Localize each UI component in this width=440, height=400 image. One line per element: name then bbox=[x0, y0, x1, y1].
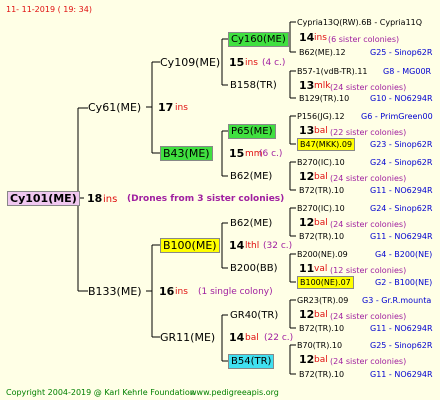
gen3-c2-queen: B200(BB) bbox=[230, 263, 278, 274]
gen4-7-inbreeding: 12 bbox=[299, 308, 315, 321]
gen4-4-bottom: B72(TR).10 bbox=[299, 186, 345, 195]
gen4-1-inbreeding: 14 bbox=[299, 31, 315, 44]
gen4-6-ins: val bbox=[314, 264, 328, 274]
gen1-bottom-queen: B133(ME) bbox=[88, 285, 142, 298]
gen4-5-inbreeding: 12 bbox=[299, 216, 315, 229]
gen4-3-inbreeding: 13 bbox=[299, 124, 315, 137]
gen4-2-top: B57-1(vdB-TR).11 bbox=[297, 67, 368, 76]
gen4-8-top-code: G25 - Sinop62R bbox=[370, 341, 433, 350]
gen4-7-top-code: G3 - Gr.R.mounta bbox=[362, 296, 432, 305]
gen2-b-queen: B43(ME) bbox=[160, 146, 213, 161]
gen4-8-bottom: B72(TR).10 bbox=[299, 370, 345, 379]
gen3-b1-queen: P65(ME) bbox=[228, 124, 276, 139]
gen4-3-ins: bal bbox=[314, 126, 328, 136]
gen3-d1-queen: GR40(TR) bbox=[230, 310, 279, 321]
gen4-4-inbreeding: 12 bbox=[299, 170, 315, 183]
gen4-6-inbreeding: 11 bbox=[299, 262, 315, 275]
gen2-a-ins: ins bbox=[245, 58, 258, 68]
root-ins: ins bbox=[103, 194, 118, 205]
copyright-notice: Copyright 2004-2019 @ Karl Kehrle Founda… bbox=[6, 388, 195, 397]
connector-b100 bbox=[221, 222, 228, 269]
gen4-6-top: B200(NE).09 bbox=[297, 250, 348, 259]
gen2-c-ins: lthl bbox=[245, 241, 260, 251]
connector-g4-1 bbox=[289, 21, 296, 53]
gen4-4-bottom-code: G11 - NO6294R bbox=[370, 186, 433, 195]
root-note: (Drones from 3 sister colonies) bbox=[127, 194, 285, 204]
gen4-4-ins: bal bbox=[314, 172, 328, 182]
gen1-top-inbreeding: 17 bbox=[158, 101, 174, 114]
gen4-7-bottom: B72(TR).10 bbox=[299, 324, 345, 333]
gen2-c-inbreeding: 14 bbox=[229, 239, 245, 252]
gen2-d-ins: bal bbox=[245, 333, 259, 343]
gen4-6-top-code: G4 - B200(NE) bbox=[375, 250, 433, 259]
gen4-8-bottom-code: G11 - NO6294R bbox=[370, 370, 433, 379]
gen4-3-top: P156(JG).12 bbox=[297, 112, 345, 121]
gen4-1-bottom: B62(ME).12 bbox=[299, 48, 346, 57]
gen2-a-inbreeding: 15 bbox=[229, 56, 245, 69]
gen4-2-bottom: B129(TR).10 bbox=[299, 94, 350, 103]
gen4-2-bottom-code: G10 - NO6294R bbox=[370, 94, 433, 103]
connector-g4-6 bbox=[289, 253, 296, 283]
connector-g4-7 bbox=[289, 299, 296, 329]
gen4-1-ins: ins bbox=[314, 33, 327, 43]
gen4-3-bottom-code: G23 - Sinop62R bbox=[370, 140, 433, 149]
gen4-6-bottom-code: G2 - B100(NE) bbox=[375, 278, 433, 287]
print-date: 11- 11-2019 ( 19: 34) bbox=[6, 5, 92, 14]
gen4-2-top-code: G8 - MG00R bbox=[383, 67, 432, 76]
gen3-c1-queen: B62(ME) bbox=[230, 218, 273, 229]
connector-g4-5 bbox=[289, 207, 296, 237]
gen2-b-note: (6 c.) bbox=[259, 149, 283, 159]
gen4-5-ins: bal bbox=[314, 218, 328, 228]
gen4-3-top-code: G6 - PrimGreen00 bbox=[361, 112, 433, 121]
connector-g4-8 bbox=[289, 344, 296, 375]
gen4-4-top: B270(IC).10 bbox=[297, 158, 345, 167]
gen4-8-inbreeding: 12 bbox=[299, 353, 315, 366]
gen4-7-top: GR23(TR).09 bbox=[297, 296, 349, 305]
gen4-3-bottom: B47(MKK).09 bbox=[297, 138, 356, 151]
gen4-1-top: Cypria13Q(RW).6B - Cypria11Q bbox=[297, 18, 423, 27]
gen4-1-note: (6 sister colonies) bbox=[328, 35, 400, 44]
gen4-7-bottom-code: G11 - NO6294R bbox=[370, 324, 433, 333]
gen2-a-note: (4 c.) bbox=[262, 58, 286, 68]
gen4-5-bottom-code: G11 - NO6294R bbox=[370, 232, 433, 241]
gen1-bottom-inbreeding: 16 bbox=[159, 285, 175, 298]
website-link[interactable]: www.pedigreeapis.org bbox=[190, 386, 279, 399]
gen2-c-queen: B100(ME) bbox=[160, 238, 220, 253]
gen4-5-bottom: B72(TR).10 bbox=[299, 232, 345, 241]
gen2-a-queen: Cy109(ME) bbox=[160, 56, 221, 69]
gen4-6-bottom: B100(NE).07 bbox=[297, 276, 354, 289]
gen3-d2-queen: B54(TR) bbox=[228, 354, 275, 369]
gen2-d-queen: GR11(ME) bbox=[160, 331, 216, 344]
root-inbreeding: 18 bbox=[87, 192, 103, 205]
connector-b133 bbox=[146, 244, 160, 338]
gen4-4-top-code: G24 - Sinop62R bbox=[370, 158, 433, 167]
gen3-a2-queen: B158(TR) bbox=[230, 80, 277, 91]
gen4-8-top: B70(TR).10 bbox=[297, 341, 343, 350]
gen4-5-top-code: G24 - Sinop62R bbox=[370, 204, 433, 213]
gen4-7-ins: bal bbox=[314, 310, 328, 320]
gen3-a1-queen: Cy160(ME) bbox=[228, 32, 289, 47]
connector-g4-4 bbox=[289, 161, 296, 191]
gen1-bottom-ins: ins bbox=[175, 287, 188, 297]
gen4-8-ins: bal bbox=[314, 355, 328, 365]
gen4-5-top: B270(IC).10 bbox=[297, 204, 345, 213]
gen1-top-queen: Cy61(ME) bbox=[88, 101, 142, 114]
gen2-d-inbreeding: 14 bbox=[229, 331, 245, 344]
gen4-1-bottom-code: G25 - Sinop62R bbox=[370, 48, 433, 57]
gen2-d-note: (22 c.) bbox=[264, 333, 294, 343]
gen1-top-ins: ins bbox=[175, 103, 188, 113]
root-queen: Cy101(ME) bbox=[7, 191, 80, 206]
gen2-b-inbreeding: 15 bbox=[229, 147, 245, 160]
gen1-bottom-note: (1 single colony) bbox=[198, 287, 273, 297]
connector-g4-2 bbox=[289, 70, 296, 99]
gen3-b2-queen: B62(ME) bbox=[230, 171, 273, 182]
gen4-2-inbreeding: 13 bbox=[299, 79, 315, 92]
gen2-c-note: (32 c.) bbox=[263, 241, 293, 251]
gen4-8-note: (24 sister colonies) bbox=[330, 357, 407, 366]
connector-g4-3 bbox=[289, 115, 296, 145]
